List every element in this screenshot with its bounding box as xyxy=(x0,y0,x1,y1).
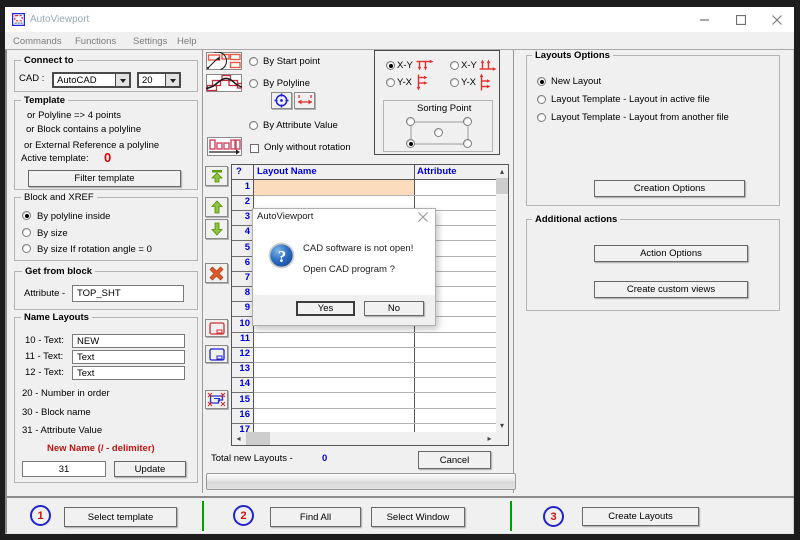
svg-text:?: ? xyxy=(278,247,287,266)
